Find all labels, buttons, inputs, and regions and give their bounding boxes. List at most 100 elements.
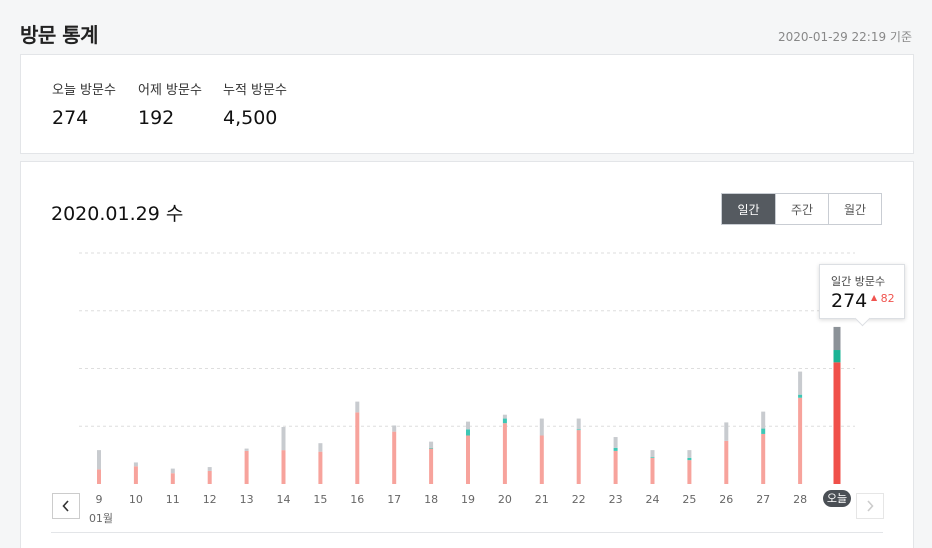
- stat-today: 오늘 방문수 274: [52, 79, 116, 129]
- x-tick-label: 27: [756, 493, 770, 506]
- bar-18-s1: [429, 447, 434, 449]
- bar-21-s0: [539, 435, 544, 484]
- x-tick-label: 21: [535, 493, 549, 506]
- x-tick-label: 12: [203, 493, 217, 506]
- x-tick-label: 11: [166, 493, 180, 506]
- bar-21-s2: [539, 418, 544, 436]
- stat-total-label: 누적 방문수: [223, 83, 287, 98]
- month-label: 01월: [89, 512, 113, 525]
- bar-14-s2: [281, 427, 286, 451]
- stat-total: 누적 방문수 4,500: [223, 79, 287, 129]
- bar-17-s2: [392, 425, 397, 432]
- bar-28-s0: [798, 397, 803, 484]
- x-tick-label: 25: [682, 493, 696, 506]
- chart-bottom-divider: [51, 532, 883, 533]
- bar-17-s0: [392, 431, 397, 484]
- page: 방문 통계 2020-01-29 22:19 기준 오늘 방문수 274 어제 …: [0, 0, 932, 548]
- x-tick-label: 10: [129, 493, 143, 506]
- tooltip-value: 274: [831, 290, 868, 312]
- bar-20-s1: [502, 418, 507, 424]
- x-tick-label: 9: [96, 493, 103, 506]
- bar-19-s2: [466, 421, 470, 430]
- chevron-right-icon: [867, 500, 874, 512]
- x-tick-label: 15: [313, 493, 327, 506]
- bar-12-s0: [207, 470, 212, 484]
- x-tick-label: 19: [461, 493, 475, 506]
- bar-12-s2: [207, 467, 212, 471]
- next-button[interactable]: [856, 493, 884, 519]
- stat-yesterday-value: 192: [138, 107, 175, 129]
- bar-14-s0: [281, 450, 286, 484]
- bar-16-s0: [355, 412, 360, 484]
- tooltip-delta-value: 82: [880, 292, 895, 305]
- bar-오늘-s0: [833, 362, 841, 484]
- bar-오늘-s1: [833, 350, 841, 363]
- bar-24-s2: [650, 450, 655, 458]
- bar-26-s0: [724, 440, 729, 484]
- bar-9-s2: [97, 450, 101, 470]
- visits-bar-chart: 9 10 11 12 13 14 15 16 17 18 19 20 21 22 23 24 25 26 27 28 오…: [79, 252, 855, 525]
- x-tick-label: 14: [277, 493, 291, 506]
- bar-24-s0: [650, 457, 655, 484]
- bar-20-s2: [502, 414, 507, 419]
- bar-11-s0: [170, 473, 175, 484]
- x-tick-label: 24: [646, 493, 660, 506]
- stat-today-label: 오늘 방문수: [52, 83, 116, 98]
- bar-25-s2: [687, 450, 692, 458]
- bar-26-s2: [724, 422, 729, 441]
- bar-25-s0: [687, 460, 692, 484]
- bar-27-s2: [761, 411, 766, 429]
- x-tick-label: 23: [609, 493, 623, 506]
- bar-25-s1: [687, 457, 692, 461]
- bar-27-s0: [761, 433, 766, 484]
- chevron-left-icon: [62, 500, 69, 512]
- timestamp: 2020-01-29 22:19 기준: [777, 30, 912, 44]
- bar-13-s2: [244, 448, 249, 451]
- bar-10-s0: [133, 466, 138, 484]
- bar-24-s1: [650, 457, 655, 458]
- x-tick-label: 16: [350, 493, 364, 506]
- bar-19-s0: [466, 435, 470, 484]
- bar-23-s0: [613, 450, 618, 484]
- summary-card: 오늘 방문수 274 어제 방문수 192 누적 방문수 4,500: [20, 54, 914, 154]
- x-tick-label: 22: [572, 493, 586, 506]
- bar-23-s1: [613, 447, 618, 451]
- x-tick-label: 오늘: [827, 492, 847, 505]
- bar-19-s1: [466, 429, 470, 436]
- tooltip: 일간 방문수 274 ▲ 82: [819, 264, 905, 319]
- x-tick-label: 28: [793, 493, 807, 506]
- bar-15-s2: [318, 443, 323, 452]
- stat-yesterday: 어제 방문수 192: [138, 79, 202, 129]
- bar-18-s2: [429, 441, 434, 448]
- bar-27-s1: [761, 428, 766, 434]
- stat-total-value: 4,500: [223, 107, 278, 129]
- x-tick-label: 18: [424, 493, 438, 506]
- up-arrow-icon: ▲: [871, 293, 878, 302]
- bar-22-s2: [576, 418, 581, 430]
- bar-28-s2: [798, 371, 803, 395]
- stat-yesterday-label: 어제 방문수: [138, 83, 202, 98]
- x-tick-label: 13: [240, 493, 254, 506]
- bar-22-s1: [576, 429, 581, 431]
- bar-16-s2: [355, 401, 360, 413]
- bar-15-s0: [318, 451, 323, 484]
- tooltip-delta: ▲ 82: [871, 292, 895, 305]
- tooltip-label: 일간 방문수: [831, 275, 886, 288]
- bar-22-s0: [576, 430, 581, 484]
- bar-28-s1: [798, 394, 803, 398]
- x-tick-label: 26: [719, 493, 733, 506]
- bar-10-s2: [133, 462, 138, 467]
- bar-9-s0: [97, 469, 101, 484]
- bar-23-s2: [613, 437, 618, 448]
- stat-today-value: 274: [52, 107, 89, 129]
- chart-card: 2020.01.29 수 일간 주간 월간 9 10 11 12 13 14 15 16 17 1…: [20, 161, 914, 548]
- bar-11-s2: [170, 468, 175, 474]
- page-title: 방문 통계: [20, 23, 99, 47]
- bar-18-s0: [429, 448, 434, 484]
- bar-13-s0: [244, 450, 249, 484]
- bar-20-s0: [502, 423, 507, 484]
- bar-오늘-s2: [833, 326, 841, 351]
- prev-button[interactable]: [52, 493, 80, 519]
- x-tick-label: 17: [387, 493, 401, 506]
- x-tick-label: 20: [498, 493, 512, 506]
